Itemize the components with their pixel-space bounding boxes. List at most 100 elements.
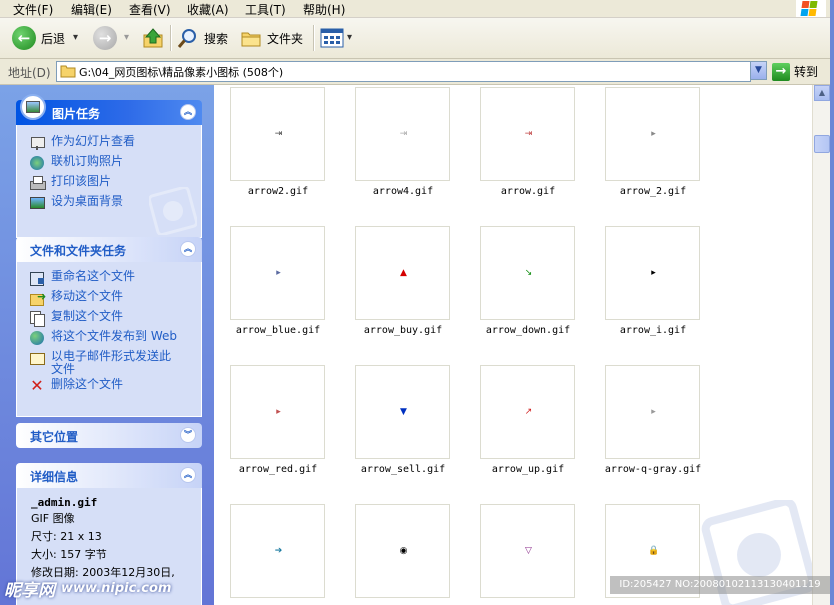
menu-favorites[interactable]: 收藏(A)	[187, 1, 229, 18]
expand-chevron-icon[interactable]: ︾	[180, 427, 196, 443]
views-button[interactable]	[320, 23, 344, 53]
menu-help[interactable]: 帮助(H)	[303, 1, 345, 18]
scroll-up-icon[interactable]: ▲	[814, 85, 830, 101]
picture-tasks-icon	[20, 94, 46, 120]
task-move[interactable]: ➜ 移动这个文件	[29, 290, 123, 306]
folders-button[interactable]: 文件夹	[240, 23, 303, 53]
file-tasks-body: 重命名这个文件 ➜ 移动这个文件 复制这个文件 将这个文件发布到 Web 以电子…	[16, 262, 202, 417]
file-preview-icon: 🔒	[648, 546, 660, 556]
back-button[interactable]: ← 后退	[12, 23, 65, 53]
task-label: 联机订购照片	[51, 154, 124, 168]
file-preview-icon: ⇥	[274, 129, 283, 139]
collapse-chevron-icon[interactable]: ︽	[180, 467, 196, 483]
address-path: G:\04_网页图标\精品像素小图标 (508个)	[79, 66, 284, 79]
printer-icon	[29, 175, 46, 191]
file-thumbnail[interactable]: ▸	[230, 226, 325, 320]
search-label: 搜索	[204, 31, 229, 46]
publish-web-icon	[29, 330, 45, 346]
task-rename[interactable]: 重命名这个文件	[29, 270, 135, 286]
views-dropdown-icon[interactable]: ▾	[347, 32, 352, 43]
task-order-prints[interactable]: 联机订购照片	[29, 155, 123, 171]
file-preview-icon: ▸	[276, 268, 281, 278]
rename-icon	[29, 270, 45, 286]
file-thumbnail[interactable]: ▲	[355, 226, 450, 320]
file-thumbnail[interactable]: ▸	[605, 87, 700, 181]
task-desktop-background[interactable]: 设为桌面背景	[29, 195, 123, 211]
file-name: arrow4.gif	[372, 186, 434, 197]
forward-button[interactable]: →	[93, 23, 117, 53]
address-dropdown-icon[interactable]: ▼	[750, 61, 767, 80]
file-thumbnail[interactable]: ⇥	[355, 87, 450, 181]
file-thumbnail[interactable]: ⇥	[480, 87, 575, 181]
back-dropdown-icon[interactable]: ▾	[73, 32, 78, 43]
collapse-chevron-icon[interactable]: ︽	[180, 241, 196, 257]
other-places-title: 其它位置	[30, 430, 79, 444]
file-thumbnail[interactable]: ▸	[605, 226, 700, 320]
back-label: 后退	[41, 31, 66, 46]
file-thumbnail[interactable]: ▽	[480, 504, 575, 598]
file-thumbnail[interactable]: ↘	[480, 226, 575, 320]
picture-tasks-header[interactable]: 图片任务 ︽	[16, 94, 202, 125]
details-type: GIF 图像	[31, 512, 75, 525]
menu-view[interactable]: 查看(V)	[129, 1, 171, 18]
file-preview-icon: ▸	[651, 407, 656, 417]
other-places-header[interactable]: 其它位置 ︾	[16, 423, 202, 448]
task-email[interactable]: 以电子邮件形式发送此 文件	[29, 350, 171, 376]
menu-tools[interactable]: 工具(T)	[245, 1, 286, 18]
task-delete[interactable]: ✕ 删除这个文件	[29, 378, 123, 394]
toolbar: ← 后退 ▾ → ▾ 搜索 文件夹 ▾	[0, 18, 834, 59]
file-tasks-header[interactable]: 文件和文件夹任务 ︽	[16, 237, 202, 262]
image-id-strip: ID:205427 NO:20080102113130401119	[610, 576, 830, 594]
file-preview-icon: ▼	[400, 407, 407, 417]
menu-bar: 文件(F) 编辑(E) 查看(V) 收藏(A) 工具(T) 帮助(H)	[0, 0, 834, 18]
picture-tasks-panel: 图片任务 ︽ 作为幻灯片查看 联机订购照片 打印该图片 设为桌面背景	[16, 94, 202, 238]
file-name: arrow_2.gif	[619, 186, 687, 197]
search-icon	[177, 29, 196, 48]
task-label: 删除这个文件	[51, 377, 124, 391]
address-bar: 地址(D) G:\04_网页图标\精品像素小图标 (508个) ▼ → 转到	[0, 59, 834, 85]
site-watermark: 昵享网 www.nipic.com	[4, 574, 214, 602]
task-label: 移动这个文件	[51, 289, 124, 303]
file-preview-icon: ▸	[276, 407, 281, 417]
views-icon	[320, 28, 344, 48]
watermark-url: www.nipic.com	[61, 580, 172, 596]
address-input[interactable]: G:\04_网页图标\精品像素小图标 (508个)	[56, 61, 751, 82]
file-thumbnail[interactable]: ▼	[355, 365, 450, 459]
details-header[interactable]: 详细信息 ︽	[16, 463, 202, 488]
file-view: ⇥ arrow2.gif ⇥ arrow4.gif ⇥ arrow.gif ▸ arrow_2…	[214, 85, 812, 605]
scroll-thumb[interactable]	[814, 135, 830, 153]
file-thumbnail[interactable]: ➔	[230, 504, 325, 598]
collapse-chevron-icon[interactable]: ︽	[180, 104, 196, 120]
task-label: 将这个文件发布到 Web	[51, 329, 177, 343]
task-slideshow[interactable]: 作为幻灯片查看	[29, 135, 135, 151]
forward-dropdown-icon[interactable]: ▾	[124, 32, 129, 43]
order-prints-icon	[29, 155, 45, 171]
file-thumbnail[interactable]: ◉	[355, 504, 450, 598]
file-name: arrow_sell.gif	[360, 464, 446, 475]
vertical-scrollbar[interactable]: ▲	[812, 85, 831, 605]
picture-tasks-body: 作为幻灯片查看 联机订购照片 打印该图片 设为桌面背景	[16, 125, 202, 238]
menu-file[interactable]: 文件(F)	[13, 1, 53, 18]
windows-logo-icon	[796, 0, 826, 17]
up-folder-button[interactable]	[142, 23, 164, 53]
move-icon: ➜	[29, 290, 46, 306]
file-tasks-title: 文件和文件夹任务	[30, 244, 127, 258]
menu-edit[interactable]: 编辑(E)	[71, 1, 112, 18]
slideshow-icon	[29, 135, 45, 151]
file-name: arrow_buy.gif	[363, 325, 443, 336]
task-pane: 图片任务 ︽ 作为幻灯片查看 联机订购照片 打印该图片 设为桌面背景 文件和文件…	[0, 85, 214, 605]
file-thumbnail[interactable]: ▸	[605, 365, 700, 459]
file-thumbnail[interactable]: ▸	[230, 365, 325, 459]
file-thumbnail[interactable]: ↗	[480, 365, 575, 459]
folders-label: 文件夹	[267, 31, 304, 46]
details-dimensions: 尺寸: 21 x 13	[31, 530, 102, 543]
go-button[interactable]: → 转到	[772, 61, 818, 82]
file-thumbnail[interactable]: ⇥	[230, 87, 325, 181]
search-button[interactable]: 搜索	[177, 23, 228, 53]
file-preview-icon: ➔	[274, 546, 283, 556]
task-print[interactable]: 打印该图片	[29, 175, 111, 191]
watermark-site: 昵享网	[4, 580, 55, 601]
task-publish-web[interactable]: 将这个文件发布到 Web	[29, 330, 177, 346]
task-copy[interactable]: 复制这个文件	[29, 310, 123, 327]
file-name: arrow_red.gif	[238, 464, 318, 475]
